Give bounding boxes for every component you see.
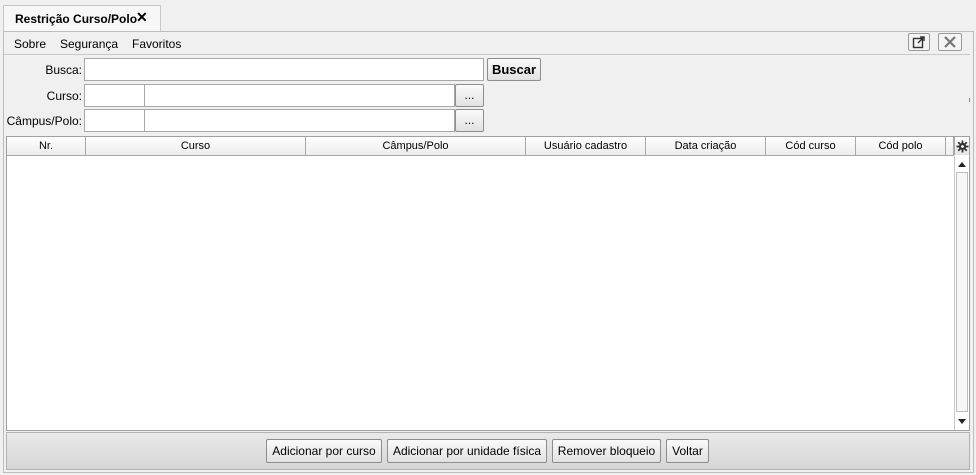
menu-item-seguranca[interactable]: Segurança [60,37,118,51]
menu-item-favoritos[interactable]: Favoritos [132,37,181,51]
adicionar-por-unidade-fisica-button[interactable]: Adicionar por unidade física [387,439,547,463]
campus-name-field[interactable] [144,109,455,132]
adicionar-por-curso-button[interactable]: Adicionar por curso [266,439,382,463]
tab-strip: Restrição Curso/Polo ✕ [0,0,976,31]
column-header-data-criacao[interactable]: Data criação [646,137,766,156]
scroll-up-arrow-icon[interactable] [955,157,969,173]
menu-item-sobre[interactable]: Sobre [14,37,46,51]
curso-name-field[interactable] [144,84,455,107]
column-header-filler [946,137,954,156]
grid-vertical-scrollbar[interactable] [954,156,969,430]
close-icon [944,36,956,48]
remover-bloqueio-button[interactable]: Remover bloqueio [552,439,661,463]
voltar-button[interactable]: Voltar [666,439,709,463]
column-header-curso[interactable]: Curso [86,137,306,156]
campus-lookup-button[interactable]: ... [455,109,484,132]
tab-title: Restrição Curso/Polo [15,12,138,26]
popout-icon [912,36,925,49]
resize-grip [969,98,970,102]
column-header-cod-polo[interactable]: Cód polo [856,137,946,156]
tab-restricao-curso-polo[interactable]: Restrição Curso/Polo ✕ [3,5,161,31]
column-header-nr[interactable]: Nr. [7,137,86,156]
campus-code-field[interactable] [84,109,145,132]
close-window-button[interactable] [938,33,962,51]
scroll-down-arrow-icon[interactable] [955,413,969,429]
busca-input[interactable] [84,58,484,81]
column-settings-button[interactable] [954,137,969,155]
column-header-campus-polo[interactable]: Câmpus/Polo [306,137,526,156]
curso-code-field[interactable] [84,84,145,107]
tab-close-icon[interactable]: ✕ [136,10,148,24]
buscar-button[interactable]: Buscar [487,58,541,81]
menu-bar: Sobre Segurança Favoritos [4,33,970,55]
gear-icon [956,140,969,153]
column-header-usuario-cadastro[interactable]: Usuário cadastro [526,137,646,156]
busca-label: Busca: [45,63,82,77]
popout-button[interactable] [908,33,930,51]
column-header-cod-curso[interactable]: Cód curso [766,137,856,156]
campus-label: Câmpus/Polo: [6,114,82,128]
curso-label: Curso: [46,89,82,103]
curso-lookup-button[interactable]: ... [455,84,484,107]
scrollbar-thumb[interactable] [956,172,968,412]
results-grid[interactable] [6,136,970,431]
